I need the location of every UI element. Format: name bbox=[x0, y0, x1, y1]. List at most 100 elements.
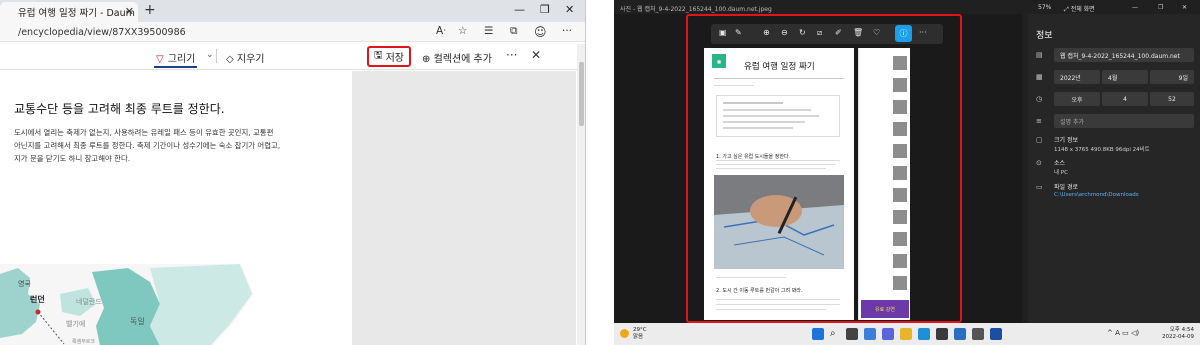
start-windows-icon[interactable] bbox=[812, 328, 824, 340]
minute-field[interactable]: 52 bbox=[1150, 92, 1194, 106]
draw-pen-icon: ▽ bbox=[156, 54, 164, 65]
collection-add-icon: ⊕ bbox=[422, 54, 434, 65]
doc-divider bbox=[714, 78, 844, 79]
restore-icon[interactable]: ❐ bbox=[540, 3, 550, 16]
weather-text: 맑음 bbox=[633, 334, 644, 340]
markup-icon[interactable]: ✐ bbox=[835, 28, 842, 37]
path-link[interactable]: C:\Users\archmond\Downloads bbox=[1054, 192, 1139, 198]
folder-icon: ▭ bbox=[1036, 183, 1043, 191]
photos-app-icon[interactable] bbox=[954, 328, 966, 340]
side-thumbnail bbox=[893, 100, 907, 114]
network-icon[interactable]: ▭ bbox=[1122, 329, 1129, 337]
ampm-field[interactable]: 오후 bbox=[1054, 92, 1100, 106]
daum-logo: ■ bbox=[712, 54, 726, 68]
language-indicator[interactable]: A bbox=[1115, 329, 1120, 337]
edge-icon[interactable] bbox=[918, 328, 930, 340]
profile-avatar-icon[interactable]: ☺ bbox=[534, 25, 547, 39]
pdf-more-icon[interactable]: ··· bbox=[506, 48, 517, 62]
widgets-icon[interactable] bbox=[864, 328, 876, 340]
map-label-uk: 영국 bbox=[18, 279, 31, 288]
taskbar-clock[interactable]: 오후 4:54 2022-04-09 bbox=[1162, 327, 1194, 341]
temperature: 29°C bbox=[633, 327, 647, 333]
draw-options-chevron-icon[interactable]: ⌄ bbox=[206, 50, 214, 60]
address-bar[interactable]: /encyclopedia/view/87XX39500986 Aᐧ ☆ ☰ ⧉… bbox=[0, 22, 585, 42]
weather-widget[interactable]: 29°C 맑음 bbox=[620, 327, 647, 341]
edit-image-icon[interactable]: ✎ bbox=[735, 28, 742, 37]
task-view-icon[interactable] bbox=[846, 328, 858, 340]
close-window-icon[interactable]: ✕ bbox=[565, 3, 574, 16]
doc-section-1: 1. 가고 싶은 유럽 도시들을 정한다. bbox=[716, 154, 791, 160]
more-menu-icon[interactable]: ··· bbox=[562, 25, 572, 37]
fullscreen-button[interactable]: ⤢ 전체 화면 bbox=[1064, 4, 1095, 14]
year-field[interactable]: 2022년 bbox=[1054, 70, 1100, 84]
chat-icon[interactable] bbox=[882, 328, 894, 340]
zoom-level[interactable]: 57% bbox=[1038, 4, 1051, 11]
photos-restore-icon[interactable]: ❐ bbox=[1158, 4, 1163, 11]
view-icon[interactable]: ▣ bbox=[719, 28, 727, 37]
minimize-icon[interactable]: — bbox=[514, 3, 525, 16]
map-label-london: 런던 bbox=[30, 294, 45, 304]
url-text[interactable]: /encyclopedia/view/87XX39500986 bbox=[18, 27, 186, 38]
doc-text-line bbox=[716, 309, 826, 310]
save-disk-icon: 🖫 bbox=[374, 50, 383, 61]
save-button[interactable]: 🖫 저장 bbox=[367, 46, 411, 67]
description-field[interactable]: 설명 추가 bbox=[1054, 114, 1194, 128]
info-icon[interactable]: ⓘ bbox=[895, 25, 912, 42]
draw-label: 그리기 bbox=[167, 54, 196, 65]
photos-minimize-icon[interactable]: — bbox=[1132, 4, 1138, 11]
collections-icon[interactable]: ⧉ bbox=[510, 25, 518, 38]
source-label: 소스 bbox=[1054, 160, 1066, 167]
rotate-icon[interactable]: ↻ bbox=[799, 28, 806, 37]
month-field[interactable]: 4월 bbox=[1102, 70, 1148, 84]
day-field[interactable]: 9일 bbox=[1150, 70, 1194, 84]
favorite-star-icon[interactable]: ☆ bbox=[458, 25, 467, 37]
toc-line bbox=[723, 121, 805, 123]
toolbar-divider bbox=[216, 49, 217, 63]
photos-close-icon[interactable]: ✕ bbox=[1182, 4, 1187, 11]
windows-taskbar: 29°C 맑음 ⌕ ^ A ▭ ◁) 오후 4:54 2022-04-09 bbox=[614, 323, 1200, 345]
erase-button[interactable]: ◇ 지우기 bbox=[226, 50, 264, 65]
volume-icon[interactable]: ◁) bbox=[1131, 329, 1139, 337]
toc-line bbox=[723, 127, 793, 129]
system-tray[interactable]: ^ A ▭ ◁) bbox=[1107, 329, 1139, 337]
read-aloud-icon[interactable]: Aᐧ bbox=[436, 25, 446, 37]
favorites-list-icon[interactable]: ☰ bbox=[484, 25, 493, 37]
fullscreen-icon: ⤢ bbox=[1064, 6, 1071, 13]
draw-button[interactable]: ▽ 그리기 bbox=[154, 50, 198, 68]
time-row: ◷ 오후 4 52 bbox=[1034, 92, 1196, 106]
browser-tab[interactable]: 유럽 여행 일정 짜기 - Daum 백과 ✕ bbox=[0, 2, 138, 22]
toc-line bbox=[723, 115, 819, 117]
photos-window-title: 사진 - 웹 캡처_9-4-2022_165244_100.daum.net.j… bbox=[620, 6, 772, 13]
add-to-collection-label: 컬렉션에 추가 bbox=[433, 54, 492, 65]
doc-text-line bbox=[716, 160, 840, 161]
store-icon[interactable] bbox=[936, 328, 948, 340]
tab-close-icon[interactable]: ✕ bbox=[125, 5, 134, 18]
crop-icon[interactable]: ⧄ bbox=[817, 28, 822, 38]
captured-sidebar: 유료 강연 bbox=[858, 48, 910, 320]
pdf-close-icon[interactable]: ✕ bbox=[531, 48, 541, 62]
doc-meta-line bbox=[714, 85, 754, 86]
paragraph-line-1: 도시에서 열리는 축제가 없는지, 사용하려는 유레일 패스 등이 유효한 곳인… bbox=[14, 128, 274, 137]
add-to-collection-button[interactable]: ⊕ 컬렉션에 추가 bbox=[422, 50, 492, 65]
delete-icon[interactable]: 🗑 bbox=[853, 28, 863, 37]
favorite-heart-icon[interactable]: ♡ bbox=[873, 28, 880, 37]
hour-field[interactable]: 4 bbox=[1102, 92, 1148, 106]
page-scroll-thumb[interactable] bbox=[579, 62, 584, 126]
zoom-out-icon[interactable]: ⊖ bbox=[781, 28, 788, 37]
photos-more-icon[interactable]: ··· bbox=[919, 28, 927, 37]
map-label-netherlands: 네덜란드 bbox=[76, 297, 102, 306]
sun-icon bbox=[620, 329, 629, 338]
file-explorer-icon[interactable] bbox=[900, 328, 912, 340]
filename-row: ▤ 웹 캡처_9-4-2022_165244_100.daum.net bbox=[1034, 48, 1196, 62]
filename-field[interactable]: 웹 캡처_9-4-2022_165244_100.daum.net bbox=[1054, 48, 1194, 62]
zoom-in-icon[interactable]: ⊕ bbox=[763, 28, 770, 37]
new-tab-icon[interactable]: + bbox=[144, 2, 156, 18]
search-icon[interactable]: ⌕ bbox=[830, 328, 842, 340]
photos-toolbar: ▣ ✎ ⊕ ⊖ ↻ ⧄ ✐ 🗑 ♡ ⓘ ··· bbox=[711, 24, 943, 44]
info-panel-title: 정보 bbox=[1036, 31, 1053, 41]
doc-section-2: 2. 도시 간 이동 루트를 번갈아 그려 봐라. bbox=[716, 288, 803, 294]
page-scrollbar[interactable] bbox=[577, 44, 585, 345]
side-thumbnail bbox=[893, 232, 907, 246]
settings-icon[interactable] bbox=[972, 328, 984, 340]
word-icon[interactable] bbox=[990, 328, 1002, 340]
